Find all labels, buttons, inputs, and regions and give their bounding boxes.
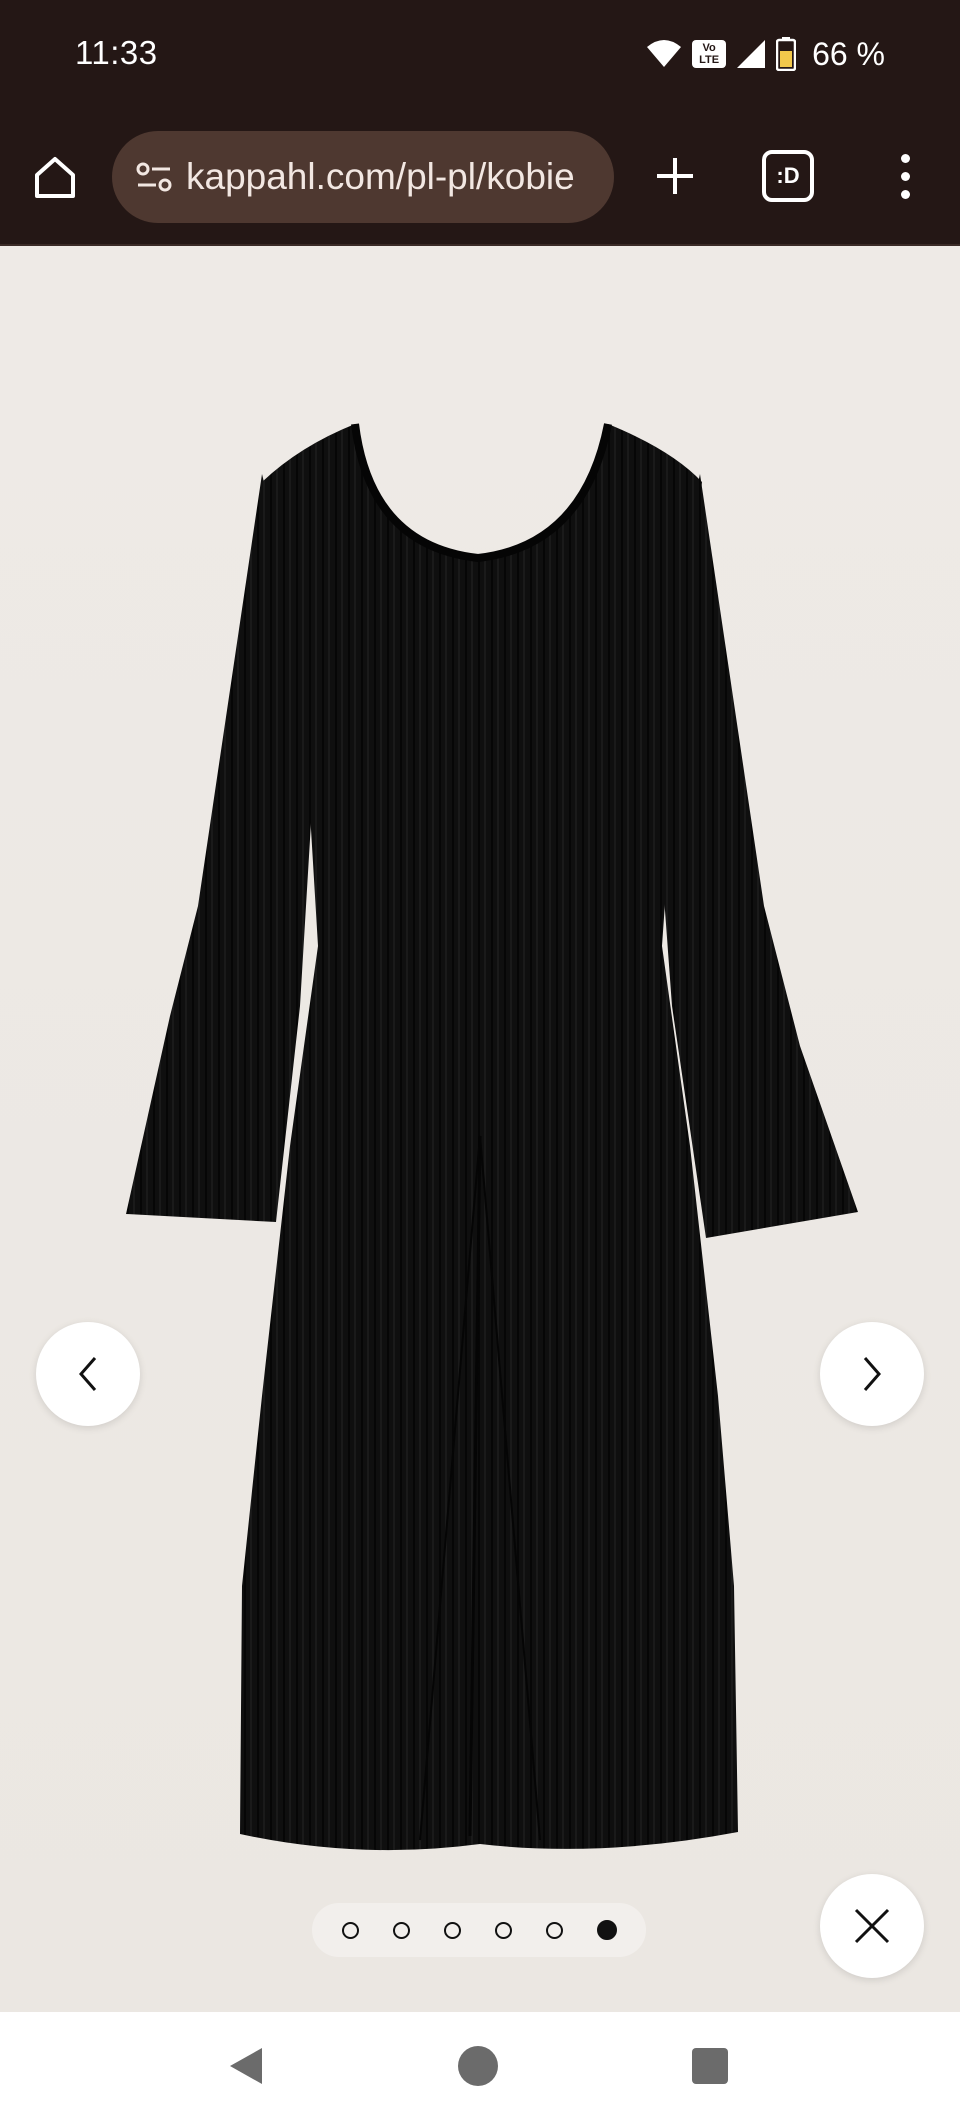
site-settings-icon[interactable] <box>130 153 178 201</box>
close-gallery-button[interactable] <box>820 1874 924 1978</box>
home-button[interactable] <box>26 148 84 206</box>
address-bar[interactable]: kappahl.com/pl-pl/kobie <box>112 131 614 223</box>
pagination-dot[interactable] <box>545 1921 563 1939</box>
close-icon <box>854 1908 890 1944</box>
new-tab-button[interactable] <box>645 146 705 206</box>
plus-icon <box>657 158 693 194</box>
url-text: kappahl.com/pl-pl/kobie <box>186 156 575 197</box>
signal-icon <box>737 40 766 68</box>
home-nav-icon[interactable] <box>458 2046 498 2086</box>
pagination-dot[interactable] <box>341 1921 359 1939</box>
next-image-button[interactable] <box>820 1322 924 1426</box>
back-icon[interactable] <box>226 2046 266 2086</box>
more-menu-button[interactable] <box>880 146 930 206</box>
gallery-pagination <box>312 1903 646 1957</box>
wifi-icon <box>647 40 682 67</box>
previous-image-button[interactable] <box>36 1322 140 1426</box>
menu-dot-icon <box>900 171 910 181</box>
status-time: 11:33 <box>75 34 158 71</box>
chevron-right-icon <box>863 1357 881 1391</box>
product-gallery <box>0 246 960 2012</box>
battery-icon <box>776 37 797 71</box>
tab-switcher-button[interactable]: :D <box>762 150 814 202</box>
recents-icon[interactable] <box>692 2048 728 2084</box>
status-icons: Vo LTE 66 % <box>646 34 885 74</box>
system-navigation-bar <box>0 2012 960 2126</box>
product-image-black-rib-knit-dress[interactable] <box>0 246 960 2012</box>
chevron-left-icon <box>79 1357 97 1391</box>
menu-dot-icon <box>900 189 910 199</box>
pagination-dot[interactable] <box>494 1921 512 1939</box>
menu-dot-icon <box>900 153 910 163</box>
volte-icon: Vo LTE <box>692 40 727 68</box>
browser-toolbar: kappahl.com/pl-pl/kobie :D <box>0 110 960 246</box>
battery-percentage: 66 % <box>812 35 885 72</box>
home-icon <box>35 157 75 198</box>
pagination-dot[interactable] <box>392 1921 410 1939</box>
status-bar: 11:33 Vo LTE 66 % <box>0 0 960 110</box>
pagination-dot[interactable] <box>443 1921 461 1939</box>
pagination-dot-active[interactable] <box>596 1920 617 1940</box>
